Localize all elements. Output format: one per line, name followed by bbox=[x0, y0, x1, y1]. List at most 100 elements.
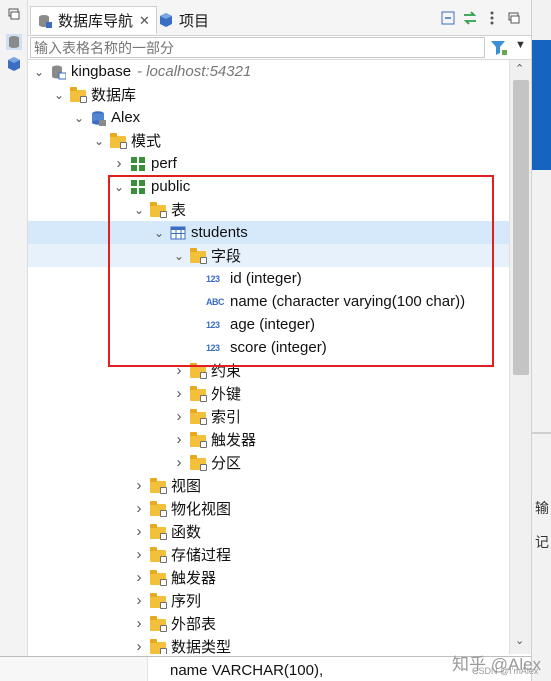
folder-icon bbox=[70, 86, 87, 103]
tree-node[interactable]: ⌄ Alex bbox=[28, 106, 509, 129]
tree-node-label: age (integer) bbox=[230, 316, 316, 333]
tree-node[interactable]: › 外部表 bbox=[28, 612, 509, 635]
chevron-down-icon[interactable]: ⌄ bbox=[132, 198, 146, 221]
collapse-all-icon[interactable] bbox=[440, 10, 456, 26]
tree-scrollbar[interactable]: ⌃ ⌄ bbox=[509, 60, 531, 654]
tree-node[interactable]: › 约束 bbox=[28, 359, 509, 382]
link-with-editor-icon[interactable] bbox=[462, 10, 478, 26]
tab-close-icon[interactable]: ✕ bbox=[139, 13, 150, 29]
tree-node[interactable]: › 视图 bbox=[28, 474, 509, 497]
chevron-right-icon[interactable]: › bbox=[132, 474, 146, 497]
chevron-right-icon[interactable]: › bbox=[132, 566, 146, 589]
tree-node[interactable]: › perf bbox=[28, 152, 509, 175]
project-view-icon[interactable] bbox=[6, 56, 22, 72]
tree-node[interactable]: › 索引 bbox=[28, 405, 509, 428]
column-node[interactable]: ABC name (character varying(100 char)) bbox=[28, 290, 509, 313]
chevron-right-icon[interactable]: › bbox=[132, 543, 146, 566]
scroll-up-icon[interactable]: ⌃ bbox=[515, 62, 524, 75]
chevron-right-icon[interactable]: › bbox=[132, 589, 146, 612]
scrollbar-thumb[interactable] bbox=[513, 80, 529, 375]
database-connection-icon bbox=[50, 64, 67, 80]
tree-node[interactable]: › 存储过程 bbox=[28, 543, 509, 566]
chevron-down-icon[interactable]: ⌄ bbox=[172, 244, 186, 267]
tree-node-label: 外键 bbox=[211, 386, 242, 403]
tree-node-label: name (character varying(100 char)) bbox=[230, 293, 466, 310]
folder-icon bbox=[150, 592, 167, 609]
tree-node-label: 存储过程 bbox=[171, 547, 232, 564]
numeric-column-icon: 123 bbox=[206, 319, 220, 330]
tree-node-label: perf bbox=[151, 155, 177, 172]
database-navigator-view-icon[interactable] bbox=[6, 34, 22, 50]
folder-icon bbox=[150, 523, 167, 540]
chevron-right-icon[interactable]: › bbox=[172, 428, 186, 451]
editor-code-line[interactable]: name VARCHAR(100), bbox=[170, 662, 323, 679]
tree-node[interactable]: ⌄ public bbox=[28, 175, 509, 198]
folder-icon bbox=[190, 247, 207, 264]
folder-icon bbox=[190, 454, 207, 471]
tree-node[interactable]: ⌄ students bbox=[28, 221, 509, 244]
tree-node-label: 字段 bbox=[211, 248, 242, 265]
folder-icon bbox=[150, 500, 167, 517]
tree-node-label: kingbase bbox=[71, 63, 132, 80]
chevron-right-icon[interactable]: › bbox=[112, 152, 126, 175]
column-node[interactable]: 123 age (integer) bbox=[28, 313, 509, 336]
chevron-right-icon[interactable]: › bbox=[132, 520, 146, 543]
chevron-right-icon[interactable]: › bbox=[172, 382, 186, 405]
filter-icon[interactable] bbox=[490, 39, 508, 57]
adjacent-panel-divider bbox=[532, 432, 551, 434]
tab-database-navigator[interactable]: 数据库导航 ✕ bbox=[30, 6, 157, 34]
folder-icon bbox=[190, 362, 207, 379]
connection-host-label: - localhost:54321 bbox=[137, 63, 252, 80]
filter-dropdown-icon[interactable]: ▼ bbox=[515, 39, 526, 51]
view-tab-bar: 数据库导航 ✕ 项目 bbox=[28, 0, 531, 36]
column-node[interactable]: 123 id (integer) bbox=[28, 267, 509, 290]
tree-node[interactable]: › 触发器 bbox=[28, 566, 509, 589]
folder-icon bbox=[150, 638, 167, 654]
tree-node[interactable]: › 数据类型 bbox=[28, 635, 509, 654]
chevron-down-icon[interactable]: ⌄ bbox=[152, 221, 166, 244]
tree-node-label: 索引 bbox=[211, 409, 242, 426]
chevron-down-icon[interactable]: ⌄ bbox=[52, 83, 66, 106]
tree-node-label: public bbox=[151, 178, 191, 195]
minimize-view-icon[interactable] bbox=[506, 10, 522, 26]
tree-node[interactable]: › 序列 bbox=[28, 589, 509, 612]
view-menu-icon[interactable] bbox=[484, 10, 500, 26]
chevron-down-icon[interactable]: ⌄ bbox=[72, 106, 86, 129]
tree-node[interactable]: › 触发器 bbox=[28, 428, 509, 451]
tree-node[interactable]: › 物化视图 bbox=[28, 497, 509, 520]
tree-node-label: 外部表 bbox=[171, 616, 217, 633]
chevron-right-icon[interactable]: › bbox=[172, 359, 186, 382]
left-tool-strip bbox=[0, 0, 28, 681]
database-icon bbox=[90, 110, 106, 126]
tree-node-label: 约束 bbox=[211, 363, 242, 380]
tree-node[interactable]: ⌄ 字段 bbox=[28, 244, 509, 267]
tree-node[interactable]: › 函数 bbox=[28, 520, 509, 543]
chevron-down-icon[interactable]: ⌄ bbox=[92, 129, 106, 152]
column-node[interactable]: 123 score (integer) bbox=[28, 336, 509, 359]
tree-node[interactable]: ⌄ 表 bbox=[28, 198, 509, 221]
tree-node-label: 触发器 bbox=[211, 432, 257, 449]
tree-node-label: 分区 bbox=[211, 455, 242, 472]
scroll-down-icon[interactable]: ⌄ bbox=[515, 634, 524, 647]
tree-node[interactable]: › 分区 bbox=[28, 451, 509, 474]
tab-database-navigator-label: 数据库导航 bbox=[58, 13, 134, 30]
tab-project[interactable]: 项目 bbox=[152, 6, 215, 34]
tree-node[interactable]: › 外键 bbox=[28, 382, 509, 405]
folder-icon bbox=[150, 569, 167, 586]
tree-node-label: 函数 bbox=[171, 524, 202, 541]
chevron-down-icon[interactable]: ⌄ bbox=[112, 175, 126, 198]
table-filter-input[interactable] bbox=[30, 37, 485, 58]
table-icon bbox=[170, 225, 186, 241]
folder-icon bbox=[190, 431, 207, 448]
tree-node[interactable]: ⌄ kingbase - localhost:54321 bbox=[28, 60, 509, 83]
restore-view-icon[interactable] bbox=[6, 6, 22, 22]
chevron-down-icon[interactable]: ⌄ bbox=[32, 60, 46, 83]
chevron-right-icon[interactable]: › bbox=[132, 635, 146, 654]
chevron-right-icon[interactable]: › bbox=[172, 405, 186, 428]
tree-node[interactable]: ⌄ 模式 bbox=[28, 129, 509, 152]
chevron-right-icon[interactable]: › bbox=[132, 497, 146, 520]
chevron-right-icon[interactable]: › bbox=[132, 612, 146, 635]
tree-node[interactable]: ⌄ 数据库 bbox=[28, 83, 509, 106]
chevron-right-icon[interactable]: › bbox=[172, 451, 186, 474]
